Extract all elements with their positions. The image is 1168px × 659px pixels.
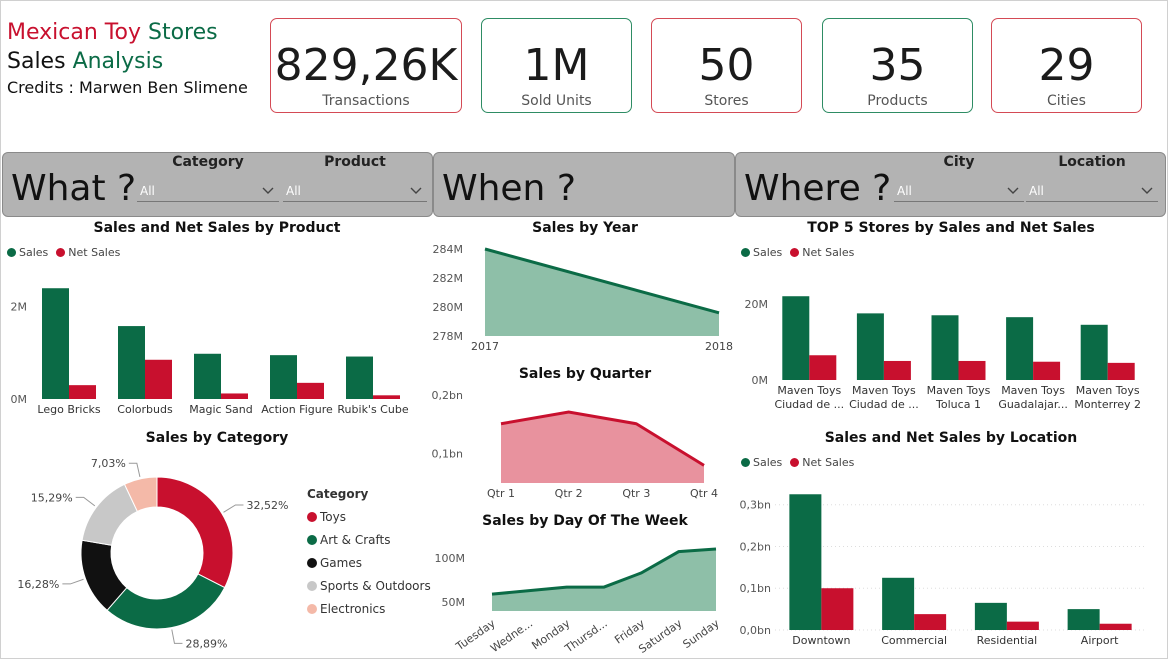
chart-sales-by-location: 0,0bn 0,1bn 0,2bn 0,3bn Downtown Commercial Re… (740, 494, 1146, 647)
bar-net-sales (1099, 623, 1132, 630)
legend-label: Games (320, 555, 362, 570)
legend-label: Sports & Outdoors (320, 578, 431, 593)
x-tick-label: Downtown (792, 634, 850, 647)
bar-sales (882, 577, 915, 630)
x-tick-label: Commercial (881, 634, 947, 647)
legend-item-games[interactable]: Games (307, 551, 431, 574)
legend-item-electronics[interactable]: Electronics (307, 597, 431, 620)
legend-category-title: Category (307, 487, 369, 501)
bar-sales (1067, 609, 1100, 630)
legend-item-sports-outdoors[interactable]: Sports & Outdoors (307, 574, 431, 597)
x-tick-label: Residential (977, 634, 1038, 647)
legend-category: Category Toys Art & Crafts Games Sports … (307, 487, 431, 620)
bar-net-sales (821, 588, 854, 630)
legend-label: Art & Crafts (320, 532, 391, 547)
y-tick-label: 0,2bn (740, 540, 771, 553)
legend-label: Electronics (320, 601, 386, 616)
bar-sales (789, 494, 822, 630)
dashboard: Mexican Toy Stores Sales Analysis Credit… (0, 0, 1168, 659)
bar-net-sales (1006, 621, 1039, 630)
y-tick-label: 0,1bn (740, 582, 771, 595)
legend-item-art-crafts[interactable]: Art & Crafts (307, 528, 431, 551)
legend-item-toys[interactable]: Toys (307, 505, 431, 528)
y-tick-label: 0,3bn (740, 499, 771, 512)
bar-net-sales (914, 614, 947, 630)
legend-label: Toys (320, 509, 346, 524)
bar-sales (974, 602, 1007, 630)
x-tick-label: Airport (1081, 634, 1119, 647)
y-tick-label: 0,0bn (740, 624, 771, 637)
